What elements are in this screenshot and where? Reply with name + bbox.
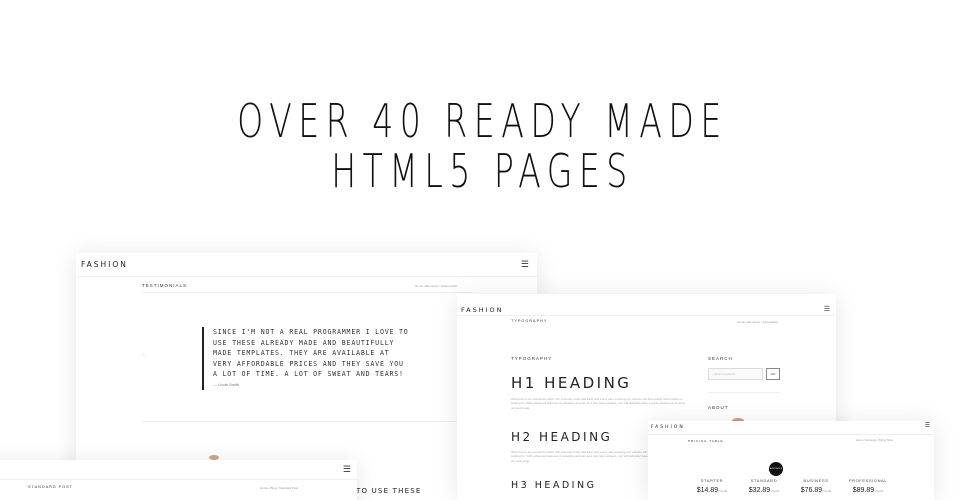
- content-label: TYPOGRAPHY: [511, 356, 553, 361]
- blog-page-preview[interactable]: ON ☰ STANDARD POST Home / Blog / Standar…: [0, 460, 357, 500]
- sidebar-divider: [708, 392, 780, 393]
- section-divider: [142, 421, 472, 422]
- preview-topbar: FASHION ☰: [457, 294, 836, 316]
- hamburger-menu-icon[interactable]: ☰: [925, 422, 930, 429]
- h2-heading: H2 HEADING: [511, 430, 613, 444]
- page-title: TYPOGRAPHY: [511, 319, 548, 323]
- hero-headline: OVER 40 READY MADE HTML5 PAGES: [135, 96, 830, 196]
- plan-price: $14.89/month: [696, 487, 728, 494]
- page-title: STANDARD POST: [28, 485, 73, 489]
- quote-text: SINCE I'M NOT A REAL PROGRAMMER I LOVE T…: [213, 328, 409, 378]
- plan-price: $89.89/month: [852, 487, 884, 494]
- page-title: TESTIMONIALS: [142, 283, 188, 288]
- hamburger-menu-icon[interactable]: ☰: [343, 464, 351, 475]
- preview-topbar: FASHION ☰: [76, 253, 537, 277]
- title-divider: [142, 292, 472, 293]
- breadcrumb[interactable]: Home / Elements / Pricing Table: [856, 439, 893, 442]
- quote-author: — Linda Smith: [213, 381, 240, 387]
- h1-heading: H1 HEADING: [511, 374, 632, 392]
- search-input[interactable]: ⌕ Enter keywords: [708, 368, 763, 380]
- breadcrumb[interactable]: Home / Blog / Standard Post: [260, 486, 298, 490]
- about-label: ABOUT: [708, 405, 729, 410]
- brand-logo[interactable]: FASHION: [461, 306, 504, 314]
- plan-name: BUSINESS: [803, 478, 829, 483]
- breadcrumb[interactable]: Home / Elements / Testimonials: [415, 284, 457, 288]
- brand-logo[interactable]: FASHION: [81, 260, 128, 269]
- plan-name: STANDARD: [750, 478, 778, 483]
- plan-name: STARTER: [700, 478, 724, 483]
- body-paragraph: Welcome to our wonderful world. We since…: [511, 397, 685, 410]
- plan-price: $76.89/month: [800, 487, 832, 494]
- partial-heading: TO USE THESE: [356, 487, 422, 495]
- hero-headline-line-1: OVER 40 READY MADE: [237, 94, 728, 148]
- preview-topbar: FASHION ☰: [648, 421, 934, 435]
- hamburger-menu-icon[interactable]: ☰: [824, 305, 830, 313]
- plan-price: $32.89/month: [748, 487, 780, 494]
- pricing-page-preview[interactable]: FASHION ☰ PRICING TABLE Home / Elements …: [648, 421, 934, 500]
- plan-name: PROFESSIONAL: [848, 478, 888, 483]
- pricing-plan-business[interactable]: BUSINESS $76.89/month: [793, 478, 839, 494]
- breadcrumb[interactable]: Home / Elements / Typography: [737, 320, 778, 324]
- search-label: SEARCH: [708, 356, 733, 361]
- page-title: PRICING TABLE: [688, 439, 724, 443]
- preview-topbar: ON ☰: [0, 460, 357, 480]
- h3-heading: H3 HEADING: [511, 480, 597, 491]
- hamburger-menu-icon[interactable]: ☰: [521, 259, 529, 270]
- search-button[interactable]: GO: [766, 368, 780, 380]
- best-choice-badge: BEST CHOICE: [769, 462, 783, 476]
- brand-logo[interactable]: FASHION: [651, 425, 685, 430]
- testimonial-quote: SINCE I'M NOT A REAL PROGRAMMER I LOVE T…: [202, 327, 412, 390]
- search-placeholder: Enter keywords: [714, 372, 736, 376]
- pricing-plan-professional[interactable]: PROFESSIONAL $89.89/month: [845, 478, 891, 494]
- pricing-plan-starter[interactable]: STARTER $14.89/month: [689, 478, 735, 494]
- pricing-plan-standard[interactable]: STANDARD $32.89/month: [741, 478, 787, 494]
- slider-prev-arrow-icon[interactable]: ‹: [143, 353, 145, 359]
- hero-headline-line-2: HTML5 PAGES: [331, 144, 634, 198]
